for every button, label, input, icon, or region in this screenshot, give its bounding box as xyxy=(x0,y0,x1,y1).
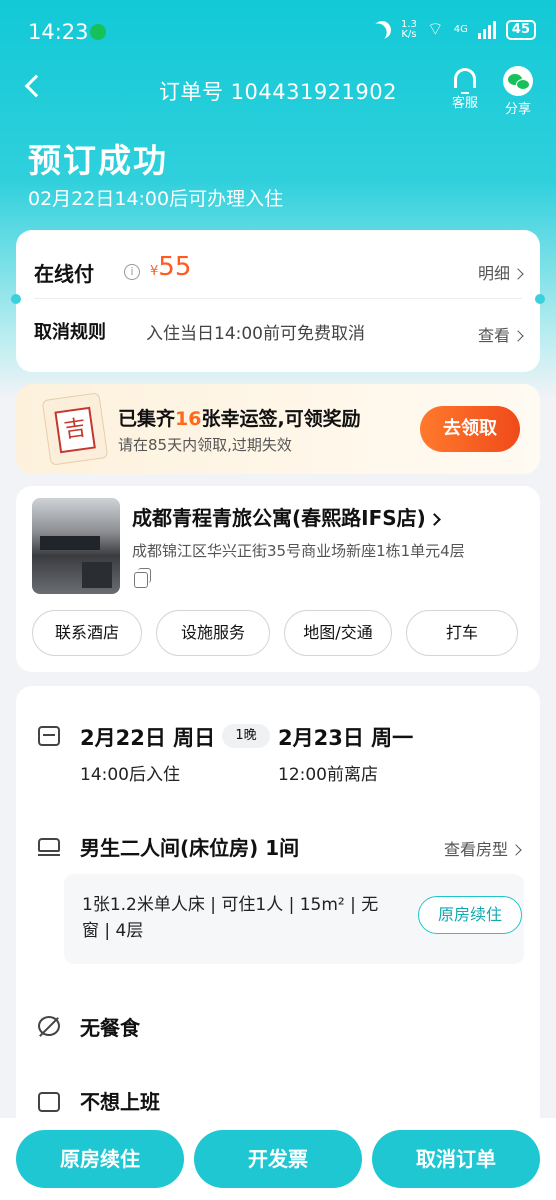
cancel-policy-view-label: 查看 xyxy=(477,326,510,345)
hotel-photo[interactable] xyxy=(32,498,120,594)
wifi-icon: ⌔ xyxy=(426,19,444,40)
meal-info: 无餐食 xyxy=(80,1016,140,1040)
net-speed-unit: K/s xyxy=(401,28,417,40)
hotel-name: 成都青程青旅公寓(春熙路IFS店) xyxy=(132,506,426,530)
room-info-box: 1张1.2米单人床 | 可住1人 | 15m² | 无 窗 | 4层 原房续住 xyxy=(64,874,524,964)
copy-icon[interactable] xyxy=(134,568,151,588)
network-type: 4G xyxy=(453,23,468,35)
hotel-name-link[interactable]: 成都青程青旅公寓(春熙路IFS店) xyxy=(132,502,441,531)
stay-detail-card: 2月22日 周日 1晚 2月23日 周一 14:00后入住 12:00前离店 男… xyxy=(16,686,540,1146)
lucky-subtitle: 请在85天内领取,过期失效 xyxy=(118,436,292,454)
status-bar: 14:23 1.3 K/s ⌔ 4G 45 xyxy=(0,0,556,60)
hotel-card: 成都青程青旅公寓(春熙路IFS店) 成都锦江区华兴正街35号商业场新座1栋1单元… xyxy=(16,486,540,672)
headset-icon xyxy=(454,68,476,94)
chevron-right-icon xyxy=(512,330,524,342)
lucky-count: 16 xyxy=(175,408,202,430)
customer-service-label: 客服 xyxy=(451,96,478,111)
taxi-button[interactable]: 打车 xyxy=(406,610,518,656)
checkin-hint: 02月22日14:00后可办理入住 xyxy=(28,188,284,210)
checkout-date: 2月23日 周一 xyxy=(278,726,414,750)
facilities-button[interactable]: 设施服务 xyxy=(156,610,270,656)
trip-tag: 不想上班 xyxy=(80,1090,160,1114)
page-title: 预订成功 xyxy=(28,141,168,180)
payment-card: 在线付 i ¥55 明细 取消规则 入住当日14:00前可免费取消 查看 xyxy=(11,230,545,372)
claim-button[interactable]: 去领取 xyxy=(420,406,520,452)
room-description: 1张1.2米单人床 | 可住1人 | 15m² | 无 窗 | 4层 xyxy=(82,892,392,944)
battery-indicator: 45 xyxy=(505,19,536,40)
cancel-policy-label: 取消规则 xyxy=(34,322,106,343)
calendar-icon xyxy=(38,726,60,746)
hotel-action-buttons: 联系酒店 设施服务 地图/交通 打车 xyxy=(32,610,518,656)
status-indicators: 1.3 K/s ⌔ 4G 45 xyxy=(373,18,536,41)
renew-room-pill[interactable]: 原房续住 xyxy=(418,896,522,934)
payment-detail-label: 明细 xyxy=(477,264,510,283)
checkout-time: 12:00前离店 xyxy=(278,765,378,785)
invoice-button[interactable]: 开发票 xyxy=(194,1130,362,1188)
info-icon[interactable]: i xyxy=(124,264,140,280)
customer-service-button[interactable]: 客服 xyxy=(443,66,487,111)
chevron-right-icon xyxy=(510,844,522,856)
signal-icon xyxy=(477,20,496,39)
payment-label: 在线付 xyxy=(34,262,94,286)
net-speed: 1.3 K/s xyxy=(401,19,417,40)
checkin-time: 14:00后入住 xyxy=(80,765,180,785)
cancel-policy-view-link[interactable]: 查看 xyxy=(477,322,524,346)
price-amount: 55 xyxy=(158,252,192,282)
payment-row: 在线付 i ¥55 明细 xyxy=(34,252,524,292)
bed-icon xyxy=(38,838,60,856)
room-desc-line-2: 窗 | 4层 xyxy=(82,921,144,941)
hotel-address: 成都锦江区华兴正街35号商业场新座1栋1单元4层 xyxy=(132,542,465,560)
share-label: 分享 xyxy=(504,102,531,117)
lucky-title-pre: 已集齐 xyxy=(118,408,176,430)
nights-badge: 1晚 xyxy=(222,724,270,748)
view-room-type-label: 查看房型 xyxy=(443,840,508,859)
room-desc-line-1: 1张1.2米单人床 | 可住1人 | 15m² | 无 xyxy=(82,895,379,915)
checkin-date: 2月22日 周日 xyxy=(80,726,216,750)
top-nav: 订单号 104431921902 客服 分享 xyxy=(0,60,556,120)
wechat-share-icon xyxy=(503,66,533,96)
lucky-title: 已集齐16张幸运签,可领奖励 xyxy=(118,404,361,431)
chevron-right-icon xyxy=(512,268,524,280)
divider xyxy=(34,298,522,299)
lucky-tag-icon: 吉 xyxy=(41,392,109,466)
do-not-disturb-icon xyxy=(370,17,395,42)
chevron-right-icon xyxy=(427,513,441,526)
wechat-notification-icon xyxy=(90,24,106,40)
lucky-title-post: 张幸运签,可领奖励 xyxy=(201,408,361,430)
contact-hotel-button[interactable]: 联系酒店 xyxy=(32,610,142,656)
lucky-tag-char: 吉 xyxy=(54,406,96,454)
no-meal-icon xyxy=(38,1016,60,1036)
view-room-type-link[interactable]: 查看房型 xyxy=(443,836,522,860)
bottom-action-bar: 原房续住 开发票 取消订单 xyxy=(0,1118,556,1200)
share-button[interactable]: 分享 xyxy=(496,66,540,117)
price: ¥55 xyxy=(150,252,191,282)
map-transport-button[interactable]: 地图/交通 xyxy=(284,610,392,656)
cancel-policy-row: 取消规则 入住当日14:00前可免费取消 查看 xyxy=(34,316,524,346)
room-name: 男生二人间(床位房) 1间 xyxy=(80,836,300,860)
lucky-draw-banner[interactable]: 吉 已集齐16张幸运签,可领奖励 请在85天内领取,过期失效 去领取 xyxy=(16,384,540,474)
payment-detail-link[interactable]: 明细 xyxy=(477,260,524,284)
status-time: 14:23 xyxy=(28,20,89,44)
renew-room-button[interactable]: 原房续住 xyxy=(16,1130,184,1188)
trip-tag-icon xyxy=(38,1092,60,1112)
cancel-policy-text: 入住当日14:00前可免费取消 xyxy=(146,324,365,344)
cancel-order-button[interactable]: 取消订单 xyxy=(372,1130,540,1188)
